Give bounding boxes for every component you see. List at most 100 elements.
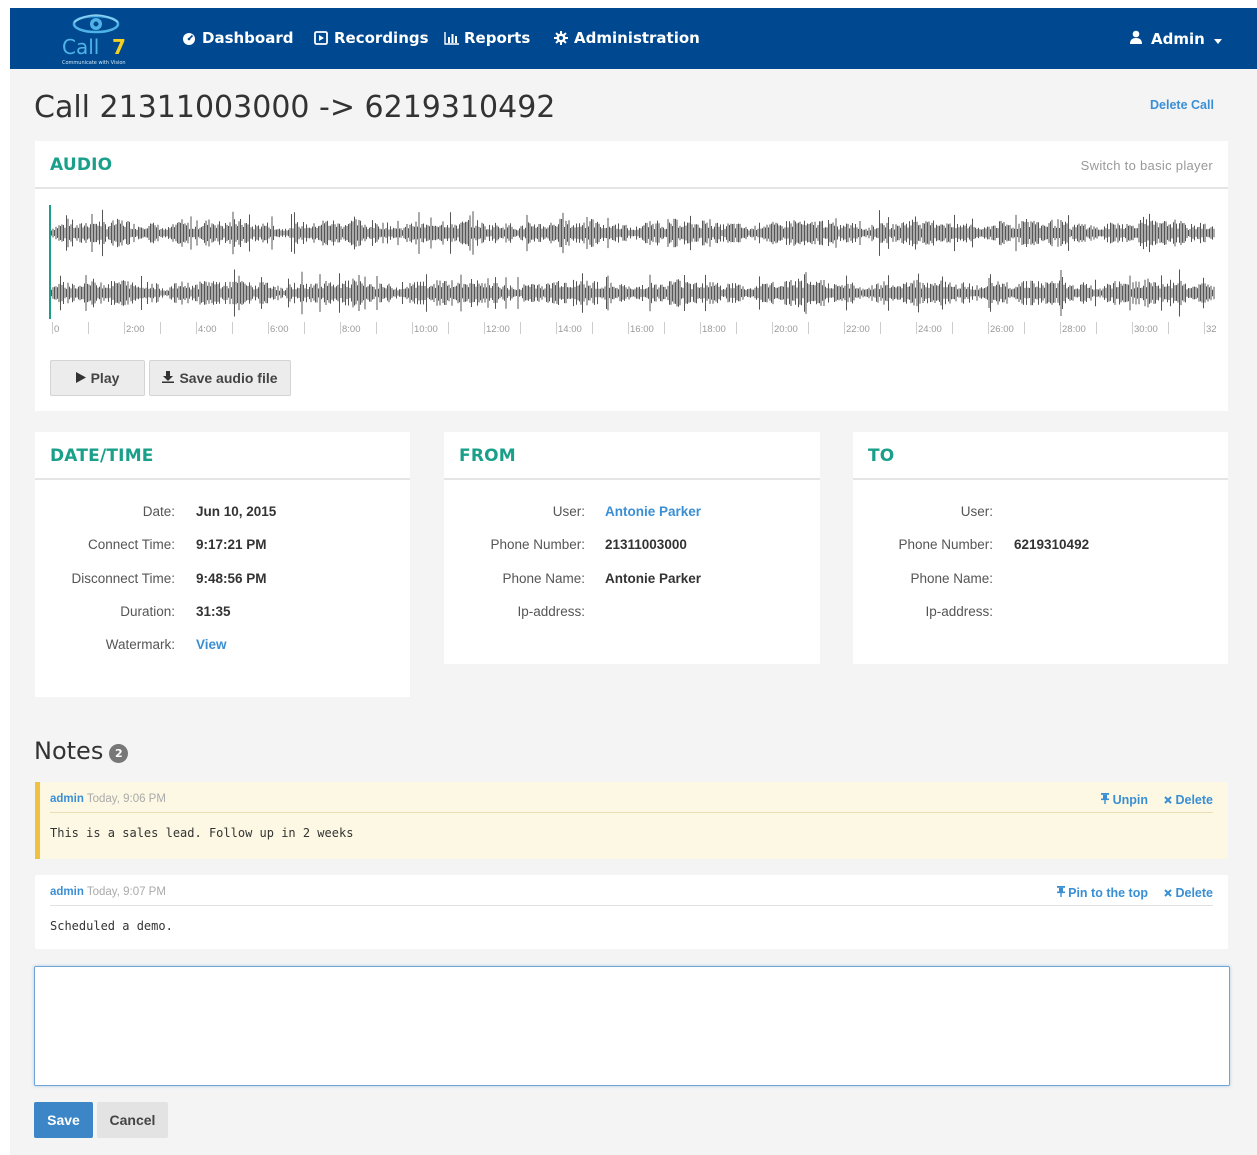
from-user-label: User: <box>552 504 585 519</box>
nav-dashboard[interactable]: Dashboard <box>182 29 293 47</box>
datetime-panel-header: DATE/TIME <box>35 432 410 480</box>
svg-text:7: 7 <box>112 35 126 59</box>
timeline-tick-mark <box>988 322 989 334</box>
delete-note-label: Delete <box>1175 886 1213 900</box>
pin-icon <box>1056 886 1065 900</box>
logo-tagline: Communicate with Vision <box>62 60 126 66</box>
delete-call-link[interactable]: Delete Call <box>1150 98 1214 112</box>
timeline-tick-mark <box>772 322 773 334</box>
note-author[interactable]: admin <box>50 886 84 898</box>
to-panel: TO User: Phone Number: 6219310492 Phone … <box>853 432 1228 664</box>
nav-administration[interactable]: Administration <box>554 29 700 47</box>
timeline-tick-mark <box>232 322 233 334</box>
download-icon <box>162 370 175 386</box>
timeline-tick-label: 14:00 <box>558 324 582 335</box>
dashboard-icon <box>182 31 196 45</box>
user-menu-label: Admin <box>1151 30 1205 48</box>
close-icon <box>1164 886 1172 900</box>
timeline-tick-mark <box>628 322 629 334</box>
timeline-tick-mark <box>880 322 881 334</box>
nav-recordings[interactable]: Recordings <box>314 29 429 47</box>
note-text: Scheduled a demo. <box>50 919 173 933</box>
from-phone-number-value: 21311003000 <box>605 537 687 552</box>
timeline-tick-label: 28:00 <box>1062 324 1086 335</box>
timeline-tick-label: 20:00 <box>774 324 798 335</box>
audio-waveform[interactable]: 0 2:00 4:00 6:00 8:00 10:00 12:00 14:00 16:00 18:… <box>49 205 1217 340</box>
from-panel-header: FROM <box>444 432 820 480</box>
playhead-marker[interactable] <box>49 205 51 319</box>
user-menu[interactable]: Admin <box>1130 30 1222 48</box>
pin-to-top-label: Pin to the top <box>1068 886 1148 900</box>
nav-recordings-label: Recordings <box>334 29 429 47</box>
note-actions: Pin to the top Delete <box>1056 886 1213 900</box>
from-row-user: User: Antonie Parker <box>444 504 820 524</box>
unpin-label: Unpin <box>1112 793 1148 807</box>
play-button-label: Play <box>90 370 120 386</box>
top-navbar: Call 7 Communicate with Vision Dashboard… <box>10 8 1257 69</box>
timeline-tick-mark <box>340 322 341 334</box>
note-author[interactable]: admin <box>50 793 84 805</box>
waveform-channel-right <box>49 269 1215 317</box>
timeline-tick-mark <box>1096 322 1097 334</box>
timeline-tick-mark <box>556 322 557 334</box>
close-icon <box>1164 793 1172 807</box>
play-button[interactable]: Play <box>50 360 145 396</box>
timeline-tick-mark <box>664 322 665 334</box>
timeline-tick-mark <box>844 322 845 334</box>
timeline-tick-label: 2:00 <box>126 324 145 335</box>
from-row-phone-name: Phone Name: Antonie Parker <box>444 571 820 591</box>
timeline-tick-mark <box>88 322 89 334</box>
timeline-tick-mark <box>592 322 593 334</box>
from-panel: FROM User: Antonie Parker Phone Number: … <box>444 432 820 664</box>
note-item-pinned: admin Today, 9:06 PM Unpin Delete This i… <box>35 782 1228 859</box>
timeline-tick-mark <box>268 322 269 334</box>
note-time: Today, 9:06 PM <box>86 793 166 805</box>
timeline-tick-label: 0 <box>54 324 59 335</box>
nav-reports[interactable]: Reports <box>444 29 530 47</box>
timeline-tick-mark <box>1060 322 1061 334</box>
user-icon <box>1130 30 1142 48</box>
timeline-tick-mark <box>1024 322 1025 334</box>
to-ip-address-label: Ip-address: <box>925 604 993 619</box>
save-note-button[interactable]: Save <box>34 1102 93 1138</box>
timeline-tick-label: 4:00 <box>198 324 217 335</box>
timeline-tick-mark <box>376 322 377 334</box>
note-text: This is a sales lead. Follow up in 2 wee… <box>50 826 354 840</box>
pin-icon <box>1101 793 1110 807</box>
to-row-phone-name: Phone Name: <box>853 571 1228 591</box>
pin-to-top-button[interactable]: Pin to the top <box>1056 886 1148 900</box>
timeline-tick-label: 18:00 <box>702 324 726 335</box>
notes-count-badge: 2 <box>109 743 129 763</box>
save-audio-button[interactable]: Save audio file <box>149 360 291 396</box>
unpin-button[interactable]: Unpin <box>1101 793 1148 807</box>
datetime-row-date: Date: Jun 10, 2015 <box>35 504 410 524</box>
timeline-tick-label: 8:00 <box>342 324 361 335</box>
from-user-link[interactable]: Antonie Parker <box>605 504 701 519</box>
note-meta: admin Today, 9:07 PM <box>50 886 166 898</box>
call7-logo[interactable]: Call 7 Communicate with Vision <box>56 12 136 66</box>
notes-title: Notes <box>34 737 104 765</box>
nav-reports-label: Reports <box>464 29 531 47</box>
timeline-tick-mark <box>124 322 125 334</box>
timeline-tick-mark <box>448 322 449 334</box>
to-panel-title: TO <box>868 446 895 466</box>
timeline-tick-mark <box>484 322 485 334</box>
play-icon <box>75 370 86 386</box>
app-frame: Call 7 Communicate with Vision Dashboard… <box>10 8 1257 1155</box>
switch-basic-player-link[interactable]: Switch to basic player <box>1081 158 1213 173</box>
cancel-note-button[interactable]: Cancel <box>97 1102 168 1138</box>
timeline-tick-mark <box>520 322 521 334</box>
to-row-ip-address: Ip-address: <box>853 604 1228 624</box>
datetime-row-duration: Duration: 31:35 <box>35 604 410 624</box>
timeline-tick-mark <box>52 322 53 334</box>
delete-note-button[interactable]: Delete <box>1164 793 1213 807</box>
to-phone-number-label: Phone Number: <box>898 537 993 552</box>
datetime-panel-title: DATE/TIME <box>50 446 154 466</box>
timeline-tick-mark <box>196 322 197 334</box>
delete-note-button[interactable]: Delete <box>1164 886 1213 900</box>
timeline-tick-mark <box>304 322 305 334</box>
watermark-view-link[interactable]: View <box>196 637 227 652</box>
timeline-tick-label: 12:00 <box>486 324 510 335</box>
new-note-textarea[interactable] <box>34 966 1230 1086</box>
connect-time-value: 9:17:21 PM <box>196 537 267 552</box>
